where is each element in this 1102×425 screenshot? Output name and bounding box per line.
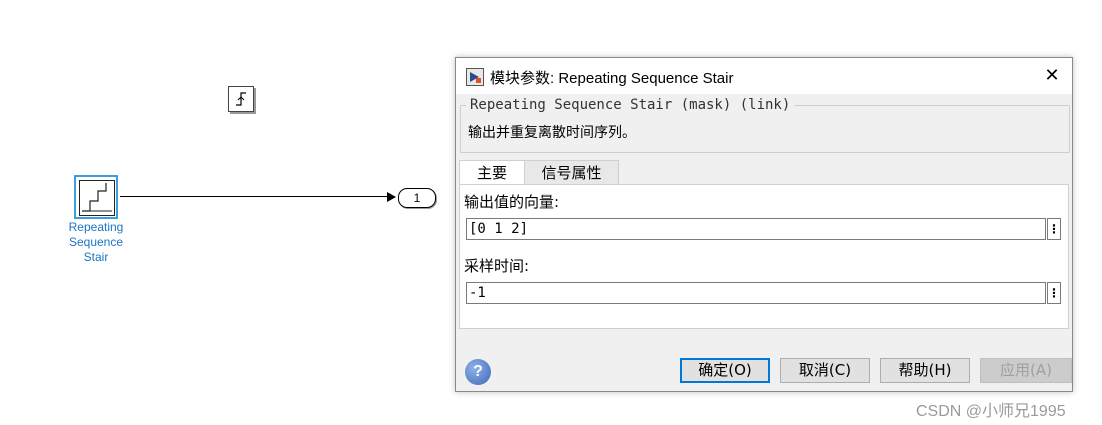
more-vertical-icon[interactable]: ⋮	[1047, 282, 1061, 304]
signal-arrow	[387, 192, 396, 202]
vector-of-output-values-label: 输出值的向量:	[464, 193, 560, 211]
help-icon[interactable]: ?	[465, 359, 491, 385]
simulink-app-icon	[466, 68, 484, 86]
simulink-canvas: Repeating Sequence Stair 1 模块参数: Repeati…	[0, 0, 1102, 425]
apply-button[interactable]: 应用(A)	[980, 358, 1072, 383]
block-parameters-dialog: 模块参数: Repeating Sequence Stair ✕ Repeati…	[455, 57, 1073, 392]
repeating-sequence-stair-block[interactable]	[74, 175, 118, 219]
trigger-block[interactable]	[228, 86, 254, 112]
tab-signal-attributes[interactable]: 信号属性	[524, 160, 619, 184]
vector-of-output-values-input[interactable]: [0 1 2]	[466, 218, 1046, 240]
stair-icon	[79, 180, 115, 216]
mask-description: 输出并重复离散时间序列。	[468, 125, 636, 141]
step-trigger-icon	[236, 92, 246, 106]
ok-button[interactable]: 确定(O)	[680, 358, 770, 383]
mask-group-title: Repeating Sequence Stair (mask) (link)	[466, 97, 795, 113]
help-button[interactable]: 帮助(H)	[880, 358, 970, 383]
more-vertical-icon[interactable]: ⋮	[1047, 218, 1061, 240]
close-icon[interactable]: ✕	[1034, 62, 1070, 90]
dialog-titlebar[interactable]: 模块参数: Repeating Sequence Stair ✕	[456, 58, 1072, 94]
watermark: CSDN @小师兄1995	[916, 403, 1066, 420]
signal-line[interactable]	[120, 196, 388, 197]
tab-main[interactable]: 主要	[459, 160, 525, 185]
block-label[interactable]: Repeating Sequence Stair	[56, 220, 136, 265]
cancel-button[interactable]: 取消(C)	[780, 358, 870, 383]
outport-block[interactable]: 1	[398, 188, 436, 208]
sample-time-label: 采样时间:	[464, 257, 530, 275]
sample-time-input[interactable]: -1	[466, 282, 1046, 304]
dialog-title: 模块参数: Repeating Sequence Stair	[490, 70, 734, 87]
